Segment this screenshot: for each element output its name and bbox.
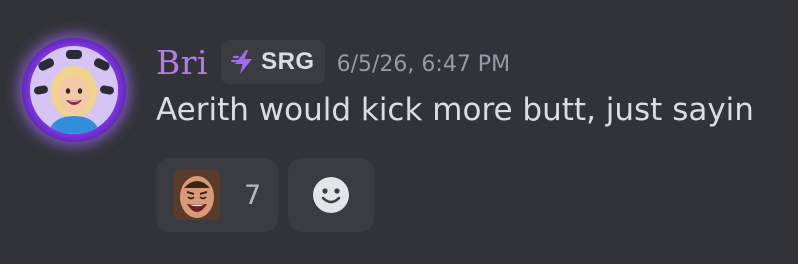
add-reaction-button[interactable]	[288, 158, 374, 232]
reaction-count: 7	[244, 179, 262, 211]
message-header: Bri SRG 6/5/26, 6:47 PM	[156, 38, 510, 86]
guild-tag-label: SRG	[261, 48, 315, 75]
reaction-bar: 7	[156, 158, 374, 232]
reaction-laughing[interactable]: 7	[156, 158, 278, 232]
timestamp: 6/5/26, 6:47 PM	[336, 51, 511, 77]
avatar-photo-icon	[30, 46, 118, 134]
lightning-bolt-icon	[230, 50, 253, 74]
username[interactable]: Bri	[156, 46, 208, 79]
guild-tag[interactable]: SRG	[221, 40, 325, 84]
chat-message: Bri SRG 6/5/26, 6:47 PM Aerith would kic…	[0, 0, 798, 264]
avatar[interactable]	[22, 38, 126, 142]
message-content: Aerith would kick more butt, just sayin	[156, 92, 754, 128]
laughing-face-emoji-icon	[174, 170, 220, 220]
smile-icon	[313, 177, 349, 213]
